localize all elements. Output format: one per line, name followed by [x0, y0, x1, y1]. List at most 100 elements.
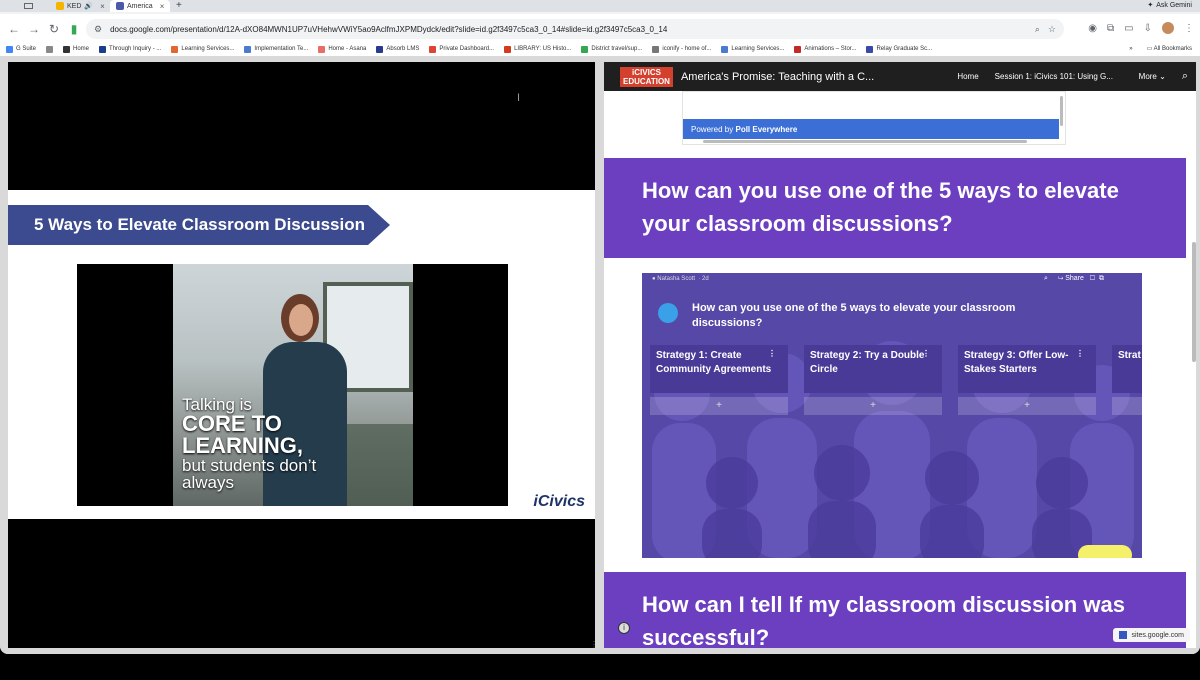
padlet-column[interactable]: Strat Hand — [1112, 345, 1142, 415]
poll-brand: Poll Everywhere — [735, 125, 798, 134]
menu-icon[interactable]: ⋮ — [1184, 23, 1194, 34]
expand-icon[interactable]: ▢ — [1090, 275, 1095, 282]
ask-gemini-button[interactable]: ✦ Ask Gemini — [1147, 0, 1192, 12]
bookmark-item[interactable]: Home — [63, 45, 90, 53]
poll-everywhere-embed[interactable]: Powered by Poll Everywhere — [682, 91, 1066, 145]
teacher-face — [289, 304, 313, 336]
nav-more[interactable]: More ⌄ — [1139, 72, 1166, 81]
google-site-pane[interactable]: iCIVICS EDUCATION America's Promise: Tea… — [604, 62, 1196, 648]
padlet-action-button[interactable] — [1078, 545, 1132, 558]
bookmark-item[interactable]: Implementation Te... — [244, 45, 308, 53]
poll-powered-bar: Powered by Poll Everywhere — [683, 119, 1059, 139]
all-bookmarks-label: All Bookmarks — [1153, 46, 1192, 52]
icivics-logo: iCivics — [533, 493, 585, 510]
nav-session-1[interactable]: Session 1: iCivics 101: Using G... — [995, 72, 1123, 81]
ask-gemini-label: Ask Gemini — [1156, 2, 1192, 9]
nav-home[interactable]: Home — [957, 72, 978, 81]
vertical-scrollbar[interactable] — [1192, 242, 1196, 362]
slides-presentation-pane[interactable]: I 5 Ways to Elevate Classroom Discussion… — [8, 62, 598, 649]
avatar[interactable] — [1162, 22, 1174, 34]
reload-button[interactable]: ↻ — [44, 22, 64, 36]
padlet-embed[interactable]: ● Natasha Scott · 2d ⌕ ↪ Share ▢ ⧉ How c… — [642, 273, 1142, 558]
padlet-share-button[interactable]: ⌕ ↪ Share ▢ ⧉ — [1044, 275, 1104, 283]
open-external-icon[interactable]: ⧉ — [1099, 275, 1104, 282]
extension-icon[interactable]: ◉ — [1088, 23, 1097, 34]
bookmark-label: Private Dashboard... — [439, 46, 495, 52]
bookmark-item[interactable]: Absorb LMS — [376, 45, 419, 53]
url-text[interactable]: docs.google.com/presentation/d/12A-dXO84… — [110, 25, 1027, 34]
caption-line: LEARNING, — [182, 433, 303, 458]
add-post-button[interactable] — [1112, 397, 1142, 415]
logo-line: EDUCATION — [623, 76, 670, 86]
bookmark-item[interactable]: G Suite — [6, 45, 37, 53]
bookmark-item[interactable]: Learning Services... — [171, 45, 234, 53]
column-menu-icon[interactable]: ⋮ — [768, 347, 776, 361]
audio-icon[interactable]: 🔊 — [84, 2, 93, 10]
section-heading-block: How can you use one of the 5 ways to ele… — [604, 158, 1186, 258]
share-icon: ↪ — [1057, 275, 1064, 282]
back-button[interactable]: ← — [4, 22, 24, 36]
bookmark-item[interactable]: iconify - home of... — [652, 45, 711, 53]
new-tab-button[interactable]: + — [176, 0, 182, 12]
site-info-icon[interactable]: ⚙ — [94, 24, 102, 35]
video-player[interactable]: Talking is CORE TO LEARNING, but student… — [77, 264, 508, 506]
vertical-scrollbar[interactable] — [1060, 96, 1063, 126]
bookmark-label: Relay Graduate Sc... — [876, 46, 933, 52]
poll-powered-label: Powered by — [691, 125, 734, 134]
bookmark-item[interactable]: LIBRARY: US Histo... — [504, 45, 571, 53]
extension-icon[interactable]: ▮ — [64, 22, 84, 36]
search-icon[interactable]: ⌕ — [1044, 275, 1048, 282]
address-bar[interactable]: ⚙ docs.google.com/presentation/d/12A-dXO… — [86, 19, 1064, 39]
google-sites-icon — [1119, 631, 1128, 639]
bookmark-label: G Suite — [16, 46, 37, 52]
search-icon[interactable]: ⌕ — [1182, 70, 1188, 83]
chair — [343, 424, 413, 506]
forward-button[interactable]: → — [24, 22, 44, 36]
horizontal-scrollbar[interactable] — [703, 140, 1027, 143]
download-icon[interactable]: ⇩ — [1144, 23, 1152, 34]
bookmark-item[interactable]: Relay Graduate Sc... — [866, 45, 933, 53]
column-title: Strategy 1: Create Community Agreements — [656, 350, 772, 375]
bookmark-star-icon[interactable]: ☆ — [1048, 24, 1056, 35]
chevron-down-icon: ⌄ — [1159, 72, 1166, 81]
zoom-icon[interactable]: ⌕ — [1035, 24, 1040, 35]
share-label: Share — [1065, 275, 1084, 282]
column-menu-icon[interactable]: ⋮ — [1076, 347, 1084, 361]
column-menu-icon[interactable]: ⋮ — [922, 347, 930, 361]
add-post-button[interactable]: + — [958, 397, 1096, 415]
add-post-button[interactable]: + — [650, 397, 788, 415]
puzzle-icon[interactable]: ⧉ — [1107, 23, 1114, 34]
cast-icon[interactable]: ▭ — [1124, 23, 1133, 34]
close-icon[interactable]: × — [160, 2, 165, 11]
bookmarks-more-button[interactable]: » — [1129, 42, 1132, 56]
speech-bubble-icon — [658, 303, 678, 323]
tab-icon-placeholder[interactable] — [18, 0, 39, 12]
browser-window: KED 🔊 × America × + ✦ Ask Gemini ← → ↻ ▮… — [0, 0, 1200, 654]
bookmark-item[interactable]: Animations – Stor... — [794, 45, 856, 53]
padlet-column[interactable]: Strategy 3: Offer Low-Stakes Starters ⋮ … — [958, 345, 1096, 415]
add-post-button[interactable]: + — [804, 397, 942, 415]
bookmark-item[interactable]: Learning Services... — [721, 45, 784, 53]
site-title[interactable]: America's Promise: Teaching with a C... — [681, 71, 879, 83]
tab-ked[interactable]: KED 🔊 × — [50, 0, 111, 12]
site-logo[interactable]: iCIVICS EDUCATION — [620, 66, 673, 87]
info-icon[interactable]: i — [618, 622, 630, 634]
column-title: Strategy 2: Try a Double Circle — [810, 350, 925, 375]
padlet-column[interactable]: Strategy 2: Try a Double Circle ⋮ + — [804, 345, 942, 415]
close-icon[interactable]: × — [100, 2, 105, 11]
bookmark-item[interactable]: Home - Asana — [318, 45, 366, 53]
bookmark-item[interactable] — [46, 45, 54, 53]
sites-badge[interactable]: sites.google.com — [1113, 628, 1190, 642]
bookmark-favicon-icon — [171, 45, 179, 53]
bookmark-item[interactable]: Through Inquiry - ... — [99, 45, 161, 53]
bookmark-item[interactable]: District travel/sup... — [581, 45, 642, 53]
pane-resize-handle[interactable]: ⋮ — [590, 640, 598, 649]
bookmark-label: Home — [73, 46, 90, 52]
bookmark-item[interactable]: Private Dashboard... — [429, 45, 495, 53]
bookmarks-right: » ▭ All Bookmarks — [1129, 42, 1192, 56]
tab-strip: KED 🔊 × America × + ✦ Ask Gemini — [0, 0, 1200, 12]
padlet-column[interactable]: Strategy 1: Create Community Agreements … — [650, 345, 788, 415]
toolbar-actions: ◉ ⧉ ▭ ⇩ ⋮ — [1088, 22, 1194, 34]
all-bookmarks-button[interactable]: ▭ All Bookmarks — [1147, 42, 1192, 56]
tab-america[interactable]: America × — [110, 0, 171, 12]
